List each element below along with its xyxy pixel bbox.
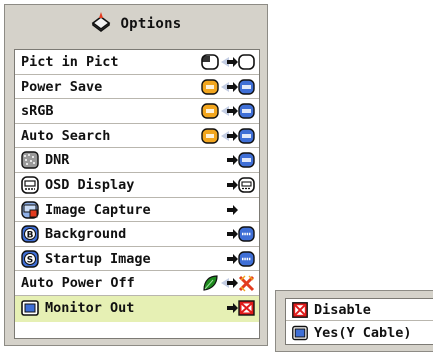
submenu-list: Disable Yes(Y Cable) [285, 298, 433, 345]
submenu-item-yes-y-cable[interactable]: Yes(Y Cable) [286, 322, 433, 344]
options-menu: Pict in Pict Power Save sRGB Auto Search… [14, 49, 260, 339]
menu-item-label: Auto Search [21, 127, 111, 144]
menu-item-label: Image Capture [45, 201, 151, 218]
panel-header: Options [5, 5, 267, 43]
setting-indicator [227, 225, 255, 243]
submenu-item-disable[interactable]: Disable [286, 299, 433, 321]
sharp-logo-icon [238, 226, 255, 242]
menu-item-auto-power-off[interactable]: Auto Power Off [15, 271, 259, 296]
options-icon [90, 12, 112, 36]
menu-item-pict-in-pict[interactable]: Pict in Pict [15, 50, 259, 75]
osd-display-icon [21, 176, 39, 194]
leaf-icon [203, 275, 218, 292]
dnr-icon [21, 151, 39, 170]
setting-indicator [227, 151, 255, 169]
setting-indicator [227, 299, 255, 317]
menu-item-auto-search[interactable]: Auto Search [15, 124, 259, 149]
menu-item-label: Power Save [21, 78, 103, 95]
setting-indicator [201, 102, 255, 120]
monitor-icon [21, 299, 39, 317]
svg-text:S: S [27, 255, 33, 265]
menu-item-power-save[interactable]: Power Save [15, 75, 259, 100]
pip-off-icon [238, 54, 255, 70]
menu-item-srgb[interactable]: sRGB [15, 99, 259, 124]
setting-indicator [201, 53, 255, 71]
image-capture-icon [21, 200, 39, 219]
menu-item-label: sRGB [21, 103, 54, 120]
setting-indicator [201, 78, 255, 96]
menu-item-label: Auto Power Off [21, 275, 135, 292]
svg-text:B: B [27, 231, 34, 241]
menu-item-dnr[interactable]: DNR [15, 148, 259, 173]
setting-indicator [227, 250, 255, 268]
background-icon: B [21, 225, 39, 243]
power-off-x-icon [238, 275, 255, 292]
submenu-item-label: Yes(Y Cable) [314, 325, 412, 341]
disable-icon [238, 300, 255, 316]
menu-item-background[interactable]: B Background [15, 222, 259, 247]
on-icon [201, 78, 219, 95]
setting-indicator [201, 274, 255, 292]
menu-item-osd-display[interactable]: OSD Display [15, 173, 259, 198]
menu-item-label: DNR [45, 152, 70, 169]
menu-item-label: Background [45, 226, 127, 243]
menu-item-startup-image[interactable]: S Startup Image [15, 247, 259, 272]
panel-title: Options [120, 16, 182, 32]
options-panel: Options Pict in Pict Power Save sRGB Aut… [4, 4, 268, 346]
sharp-logo-icon [238, 251, 255, 267]
menu-item-monitor-out[interactable]: Monitor Out [15, 296, 259, 322]
submenu-item-label: Disable [314, 302, 371, 318]
monitor-out-submenu: Disable Yes(Y Cable) [275, 290, 433, 352]
off-icon [238, 78, 255, 95]
menu-item-label: Startup Image [45, 250, 151, 267]
startup-image-icon: S [21, 250, 39, 268]
menu-item-label: OSD Display [45, 177, 135, 193]
menu-item-label: Monitor Out [45, 300, 135, 316]
monitor-icon [292, 325, 308, 341]
setting-indicator [227, 201, 241, 219]
setting-indicator [201, 127, 255, 145]
pip-on-icon [201, 54, 219, 70]
menu-item-image-capture[interactable]: Image Capture [15, 198, 259, 223]
disable-icon [292, 302, 308, 318]
setting-indicator [227, 176, 255, 194]
menu-item-label: Pict in Pict [21, 54, 119, 70]
